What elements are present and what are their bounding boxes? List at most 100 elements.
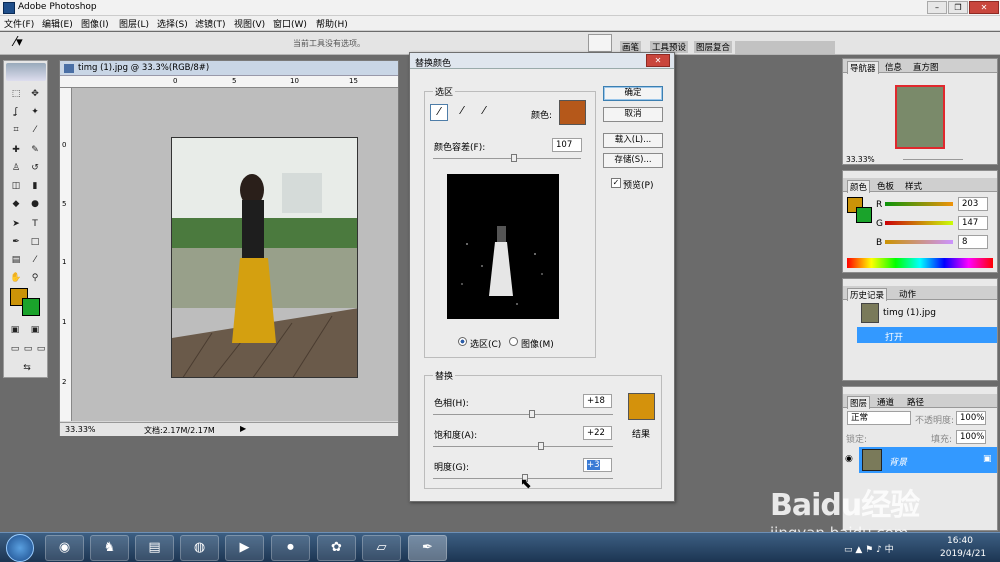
add-to-sample-icon[interactable]: ⁄ <box>453 104 471 121</box>
firefox-taskbar-icon[interactable]: ◍ <box>180 535 219 561</box>
marquee-tool-icon[interactable]: ⬚ <box>9 87 23 101</box>
menu-select[interactable]: 选择(S) <box>157 17 188 30</box>
load-button[interactable]: 载入(L)... <box>603 133 663 148</box>
tab-swatches[interactable]: 色板 <box>877 180 894 192</box>
history-snapshot-name[interactable]: timg (1).jpg <box>883 308 936 318</box>
saturation-slider[interactable] <box>433 446 613 447</box>
crop-tool-icon[interactable]: ⌗ <box>9 123 23 137</box>
explorer-taskbar-icon[interactable]: ▤ <box>135 535 174 561</box>
gradient-tool-icon[interactable]: ▮ <box>28 179 42 193</box>
eyedropper-tool-icon[interactable]: ⁄▾ <box>14 35 23 50</box>
horizontal-ruler[interactable]: 0 5 10 15 <box>60 76 398 88</box>
menu-file[interactable]: 文件(F) <box>4 17 34 30</box>
subtract-from-sample-icon[interactable]: ⁄ <box>475 104 493 121</box>
type-tool-icon[interactable]: T <box>28 217 42 231</box>
saturation-slider-thumb[interactable] <box>538 442 544 450</box>
layer-visibility-eye-icon[interactable]: ◉ <box>845 454 853 464</box>
tab-navigator[interactable]: 导航器 <box>847 61 879 74</box>
fuzziness-input[interactable]: 107 <box>552 138 582 152</box>
fill-input[interactable]: 100% <box>956 430 986 444</box>
menu-layer[interactable]: 图层(L) <box>119 17 149 30</box>
document-titlebar[interactable]: timg (1).jpg @ 33.3%(RGB/8#) <box>60 61 398 76</box>
background-layer-row[interactable]: 背景 ▣ <box>859 447 997 473</box>
lightness-input[interactable]: +3 <box>583 458 612 472</box>
eyedropper-icon[interactable]: ⁄ <box>28 253 42 267</box>
zoom-level[interactable]: 33.33% <box>65 425 96 434</box>
record-taskbar-icon[interactable]: ⏺ <box>271 535 310 561</box>
brush-tool-icon[interactable]: ✎ <box>28 143 42 157</box>
palette-well-icon[interactable] <box>588 34 612 52</box>
navigator-zoom[interactable]: 33.33% <box>846 155 875 164</box>
qq-taskbar-icon[interactable]: ♞ <box>90 535 129 561</box>
status-menu-arrow-icon[interactable]: ▶ <box>240 424 246 433</box>
dodge-tool-icon[interactable]: ● <box>28 197 42 211</box>
image-radio-label[interactable]: 图像(M) <box>521 337 554 350</box>
screen-mode-menubar-icon[interactable]: ▭ <box>21 342 35 356</box>
tab-layers[interactable]: 图层 <box>847 396 871 409</box>
color-background-swatch[interactable] <box>856 207 872 223</box>
start-button-icon[interactable] <box>6 534 34 562</box>
saturation-input[interactable]: +22 <box>583 426 612 440</box>
pen-tool-icon[interactable]: ✒ <box>9 235 23 249</box>
r-input[interactable]: 203 <box>958 197 988 211</box>
hand-tool-icon[interactable]: ✋ <box>9 271 23 285</box>
preview-label[interactable]: 预览(P) <box>623 178 653 191</box>
document-photo[interactable] <box>171 137 358 378</box>
quickmask-mode-icon[interactable]: ▣ <box>28 323 42 337</box>
vertical-ruler[interactable]: 0 5 1 1 2 <box>60 88 72 421</box>
menu-view[interactable]: 视图(V) <box>234 17 265 30</box>
selection-radio-label[interactable]: 选区(C) <box>470 337 501 350</box>
fuzziness-slider[interactable] <box>433 158 581 159</box>
tab-layer-comps[interactable]: 图层复合 <box>694 41 733 53</box>
fuzziness-slider-thumb[interactable] <box>511 154 518 162</box>
color-spectrum-bar[interactable] <box>847 258 993 268</box>
menu-help[interactable]: 帮助(H) <box>316 17 348 30</box>
clock-date[interactable]: 2019/4/21 <box>940 549 986 559</box>
dialog-titlebar[interactable]: 替换颜色 ✕ <box>410 53 674 69</box>
minimize-button[interactable]: – <box>927 1 947 14</box>
screen-mode-icon[interactable]: ▭ <box>8 342 22 356</box>
dialog-close-button[interactable]: ✕ <box>646 54 670 67</box>
eraser-tool-icon[interactable]: ◫ <box>9 179 23 193</box>
healing-brush-icon[interactable]: ✚ <box>9 143 23 157</box>
menu-filter[interactable]: 滤镜(T) <box>195 17 226 30</box>
taskbar-app-icon[interactable]: ◉ <box>45 535 84 561</box>
toolbox-header-icon[interactable] <box>6 63 46 81</box>
stamp-tool-icon[interactable]: ♙ <box>9 161 23 175</box>
result-color-swatch[interactable] <box>628 393 655 420</box>
hue-slider[interactable] <box>433 414 613 415</box>
ok-button[interactable]: 确定 <box>603 86 663 101</box>
blur-tool-icon[interactable]: ◆ <box>9 197 23 211</box>
menu-window[interactable]: 窗口(W) <box>273 17 307 30</box>
slice-tool-icon[interactable]: ⁄ <box>28 123 42 137</box>
tab-info[interactable]: 信息 <box>885 61 902 73</box>
cancel-button[interactable]: 取消 <box>603 107 663 122</box>
selection-radio[interactable] <box>458 337 467 346</box>
navigator-zoom-slider[interactable] <box>903 159 963 160</box>
hue-slider-thumb[interactable] <box>529 410 535 418</box>
lasso-tool-icon[interactable]: ʆ <box>9 105 23 119</box>
tab-actions[interactable]: 动作 <box>899 288 916 300</box>
tab-histogram[interactable]: 直方图 <box>913 61 939 73</box>
history-brush-icon[interactable]: ↺ <box>28 161 42 175</box>
photoshop-taskbar-icon[interactable]: ✒ <box>408 535 447 561</box>
zoom-tool-icon[interactable]: ⚲ <box>28 271 42 285</box>
tray-icons[interactable]: ▭ ▲ ⚑ ♪ 中 <box>844 542 894 555</box>
history-step-row[interactable]: 打开 <box>857 327 997 343</box>
opacity-input[interactable]: 100% <box>956 411 986 425</box>
media-player-taskbar-icon[interactable]: ▶ <box>225 535 264 561</box>
r-slider[interactable] <box>885 202 953 206</box>
image-radio[interactable] <box>509 337 518 346</box>
tab-paths[interactable]: 路径 <box>907 396 924 408</box>
path-select-icon[interactable]: ➤ <box>9 217 23 231</box>
shape-tool-icon[interactable]: □ <box>28 235 42 249</box>
g-input[interactable]: 147 <box>958 216 988 230</box>
tab-styles[interactable]: 样式 <box>905 180 922 192</box>
menu-image[interactable]: 图像(I) <box>81 17 109 30</box>
clock-time[interactable]: 16:40 <box>947 536 973 546</box>
b-slider[interactable] <box>885 240 953 244</box>
background-color-swatch[interactable] <box>22 298 40 316</box>
g-slider[interactable] <box>885 221 953 225</box>
notes-tool-icon[interactable]: ▤ <box>9 253 23 267</box>
menu-edit[interactable]: 编辑(E) <box>42 17 73 30</box>
